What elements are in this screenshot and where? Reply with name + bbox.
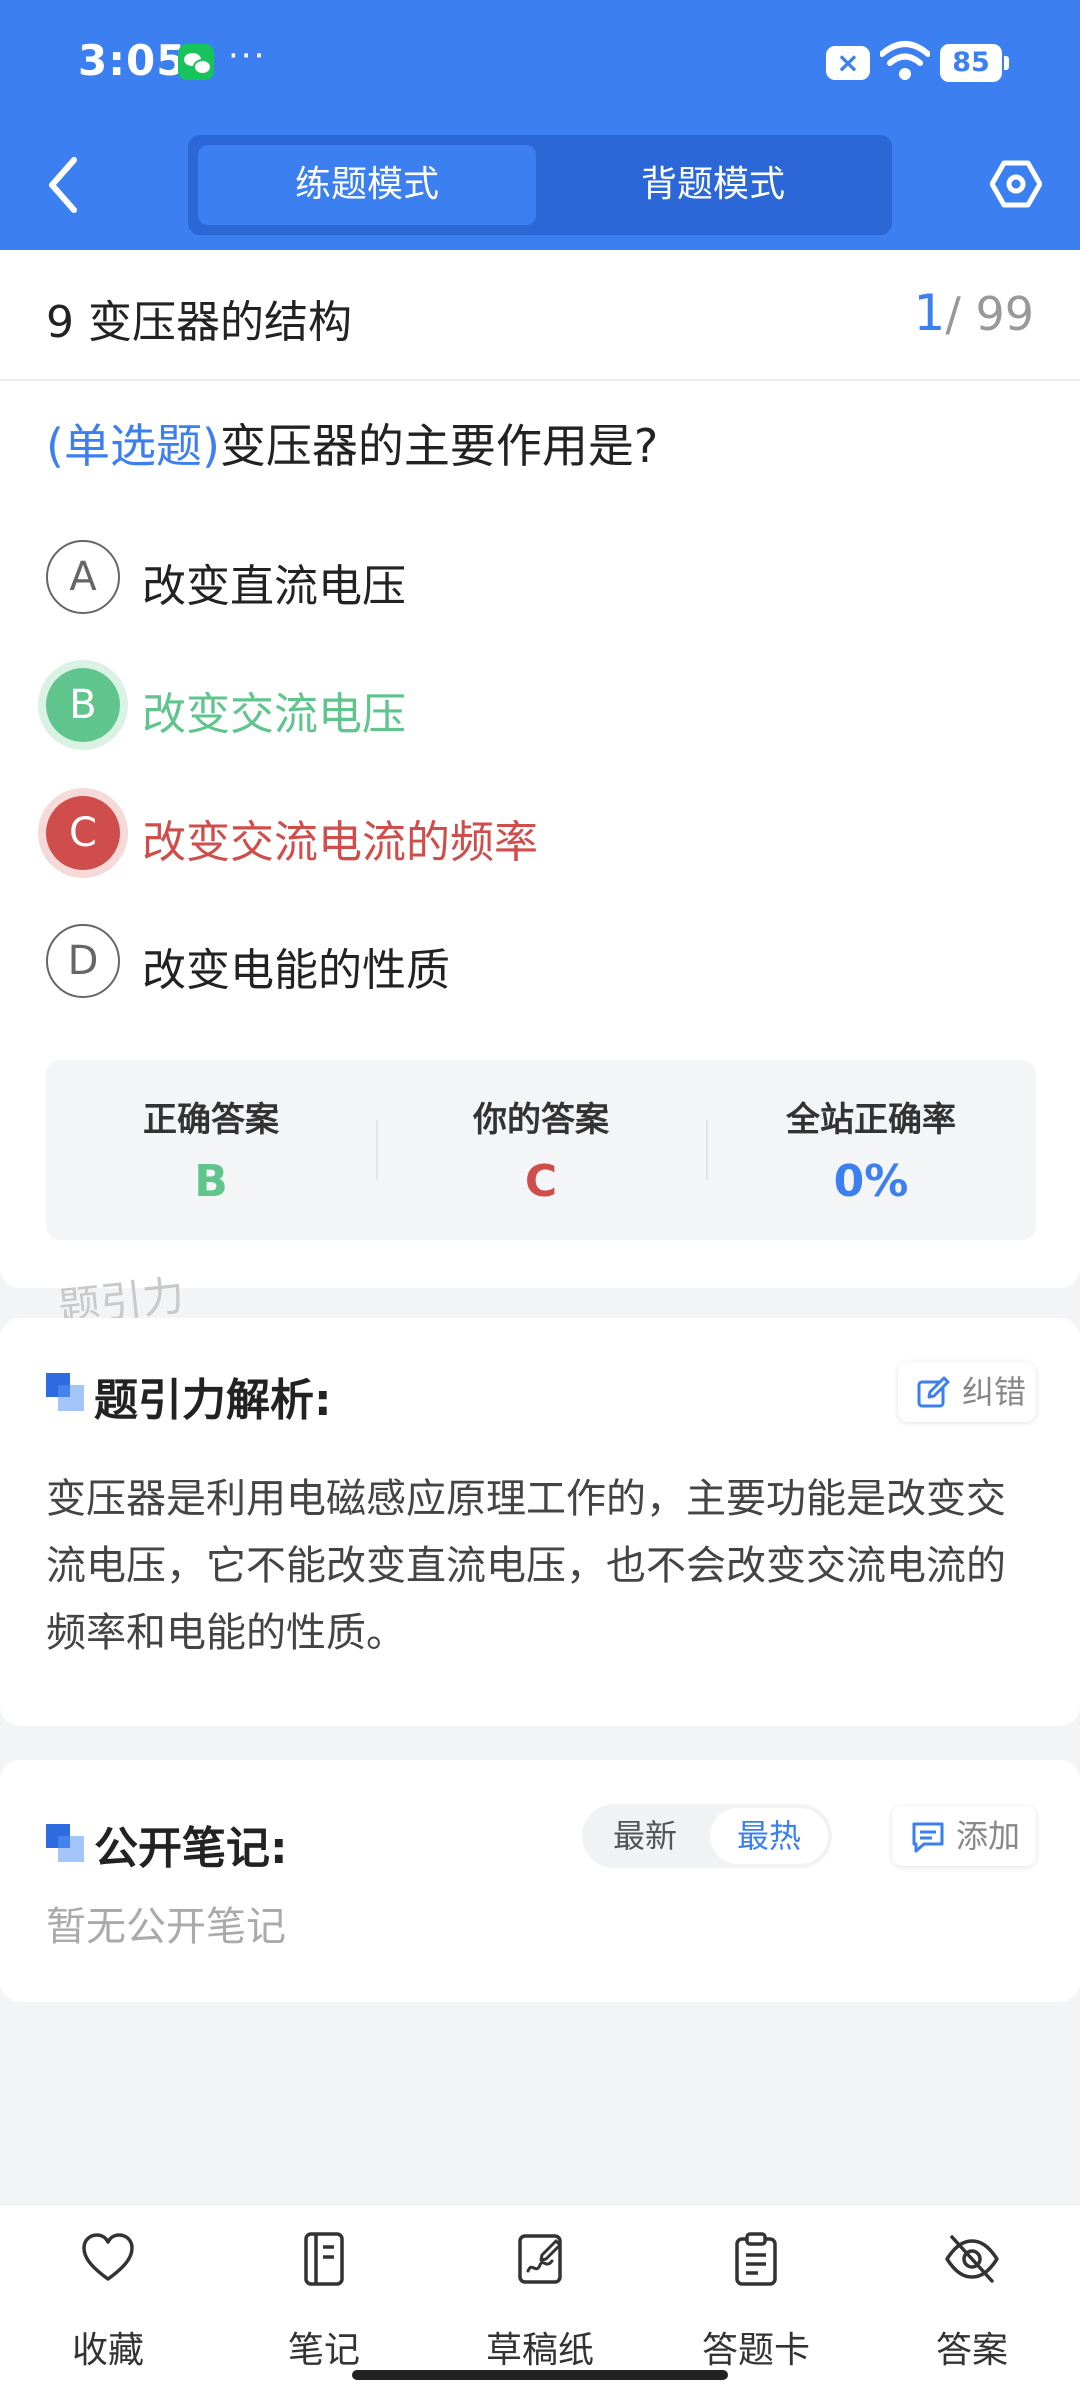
- tab-label: 收藏: [71, 2330, 144, 2371]
- option-text: 改变交流电流的频率: [142, 817, 538, 868]
- x-badge-icon: ×: [826, 46, 870, 80]
- section-squares-icon: [46, 1373, 84, 1411]
- empty-notes-text: 暂无公开笔记: [46, 1904, 286, 1950]
- settings-hexagon-icon[interactable]: [990, 158, 1042, 210]
- tab-show-answer[interactable]: 答案: [864, 2231, 1080, 2381]
- tab-label: 答题卡: [701, 2330, 810, 2371]
- add-note-button[interactable]: 添加: [892, 1806, 1036, 1866]
- stat-site-rate: 全站正确率 0%: [706, 1060, 1036, 1240]
- wifi-icon: [880, 41, 930, 80]
- question-text: (单选题)变压器的主要作用是?: [46, 410, 658, 476]
- stat-label: 正确答案: [143, 1100, 279, 1140]
- home-indicator[interactable]: [352, 2370, 728, 2380]
- add-note-label: 添加: [956, 1817, 1021, 1855]
- back-chevron-icon[interactable]: [38, 150, 90, 220]
- answer-stats-panel: 正确答案 B 你的答案 C 全站正确率 0%: [46, 1060, 1036, 1240]
- sort-latest[interactable]: 最新: [586, 1808, 704, 1864]
- stat-value: B: [194, 1156, 228, 1207]
- option-letter: A: [46, 540, 120, 614]
- tab-label: 草稿纸: [485, 2330, 594, 2371]
- divider: [0, 379, 1080, 381]
- question-type: (单选题): [46, 419, 220, 473]
- edit-icon: [917, 1376, 950, 1408]
- option-text: 改变电能的性质: [142, 945, 450, 996]
- analysis-title: 题引力解析:: [94, 1375, 332, 1426]
- wechat-icon: [178, 44, 214, 80]
- draft-paper-icon: [518, 2234, 562, 2284]
- question-card: 9 变压器的结构 1/ 99 (单选题)变压器的主要作用是? A 改变直流电压 …: [0, 250, 1080, 1288]
- option-text: 改变直流电压: [142, 561, 406, 612]
- analysis-text: 变压器是利用电磁感应原理工作的，主要功能是改变交流电压，它不能改变直流电压，也不…: [46, 1476, 1006, 1656]
- stat-label: 你的答案: [473, 1100, 609, 1140]
- stat-your-answer: 你的答案 C: [376, 1060, 706, 1240]
- mode-switch: 练题模式 背题模式: [188, 135, 892, 235]
- notes-sort-toggle: 最新 最热: [582, 1804, 832, 1868]
- eye-off-icon: [945, 2235, 999, 2283]
- progress-total: / 99: [945, 287, 1034, 341]
- option-letter: D: [46, 924, 120, 998]
- status-time: 3:05: [78, 36, 187, 85]
- question-stem: 变压器的主要作用是?: [219, 419, 659, 473]
- option-d[interactable]: D 改变电能的性质: [42, 916, 1042, 1006]
- comment-icon: [912, 1822, 944, 1853]
- tab-label: 笔记: [287, 2330, 360, 2371]
- stat-correct-answer: 正确答案 B: [46, 1060, 376, 1240]
- option-letter: C: [46, 796, 120, 870]
- app-header: 3:05 ··· × 85 练题模式 背题模式: [0, 0, 1080, 250]
- battery-icon: 85: [940, 44, 1009, 82]
- option-a[interactable]: A 改变直流电压: [42, 532, 1042, 622]
- tab-practice-mode[interactable]: 练题模式: [198, 145, 536, 225]
- notes-title: 公开笔记:: [94, 1823, 288, 1874]
- tab-recite-mode[interactable]: 背题模式: [544, 145, 882, 225]
- section-squares-icon: [46, 1824, 84, 1862]
- sort-hottest[interactable]: 最热: [710, 1808, 828, 1864]
- tab-answer-sheet[interactable]: 答题卡: [648, 2231, 864, 2381]
- report-error-button[interactable]: 纠错: [898, 1362, 1036, 1422]
- tab-label: 答案: [935, 2330, 1008, 2371]
- report-error-label: 纠错: [962, 1373, 1027, 1411]
- tab-draft-paper[interactable]: 草稿纸: [432, 2231, 648, 2381]
- stat-label: 全站正确率: [786, 1100, 956, 1140]
- notebook-icon: [304, 2232, 344, 2286]
- heart-icon: [82, 2233, 134, 2281]
- public-notes-card: 公开笔记: 最新 最热 添加 暂无公开笔记: [0, 1760, 1080, 2002]
- stat-value: C: [524, 1156, 558, 1207]
- stat-value: 0%: [833, 1156, 909, 1207]
- answer-sheet-icon: [735, 2232, 777, 2286]
- more-notifications-icon: ···: [228, 36, 267, 76]
- option-letter: B: [46, 668, 120, 742]
- question-progress: 1/ 99: [914, 284, 1034, 342]
- option-b[interactable]: B 改变交流电压: [42, 660, 1042, 750]
- tab-notes[interactable]: 笔记: [216, 2231, 432, 2381]
- option-text: 改变交流电压: [142, 689, 406, 740]
- option-c[interactable]: C 改变交流电流的频率: [42, 788, 1042, 878]
- tab-favorite[interactable]: 收藏: [0, 2231, 216, 2381]
- progress-current: 1: [913, 284, 946, 342]
- chapter-title: 9 变压器的结构: [46, 297, 352, 348]
- analysis-card: 题引力解析: 纠错 变压器是利用电磁感应原理工作的，主要功能是改变交流电压，它不…: [0, 1318, 1080, 1726]
